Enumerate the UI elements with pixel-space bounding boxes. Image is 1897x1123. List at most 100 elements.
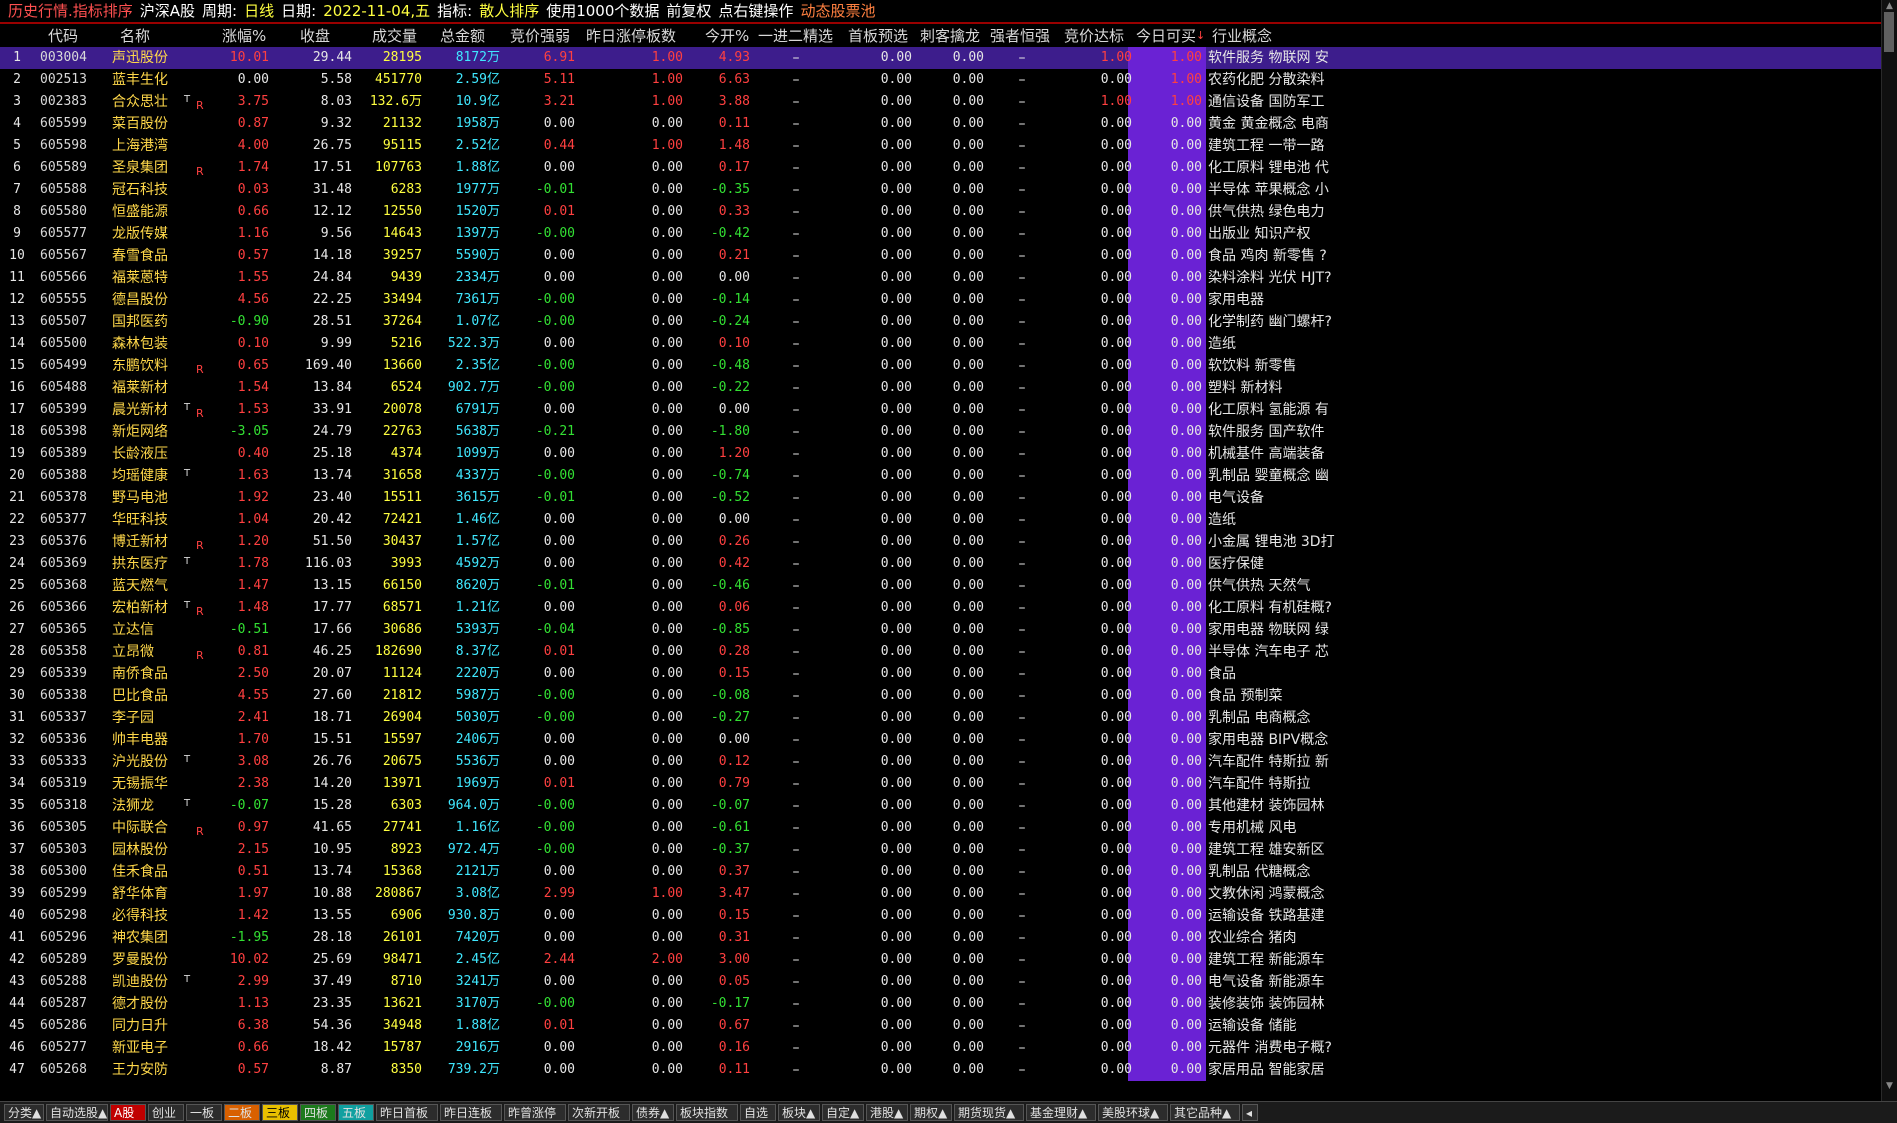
table-row[interactable]: 39 605299 舒华体育 1.97 10.88 280867 3.08亿 2.99 1.00…: [0, 883, 1882, 905]
table-row[interactable]: 19 605389 长龄液压 0.40 25.18 4374 1099万 0.00 0.00 1.…: [0, 443, 1882, 465]
tab-17[interactable]: 自定▲: [822, 1104, 864, 1121]
table-row[interactable]: 12 605555 德昌股份 4.56 22.25 33494 7361万 -0.00 0.00…: [0, 289, 1882, 311]
tab-11[interactable]: 昨曾涨停: [504, 1104, 566, 1121]
tab-5[interactable]: 二板: [224, 1104, 260, 1121]
table-row[interactable]: 15 605499 东鹏饮料 0.65 169.40 13660 2.35亿 -0.00 0.0…: [0, 355, 1882, 377]
table-row[interactable]: 33 605333 沪光股份 3.08 26.76 20675 5536万 0.00 0.00 0…: [0, 751, 1882, 773]
table-row[interactable]: 34 605319 无锡振华 2.38 14.20 13971 1969万 0.01 0.00 0…: [0, 773, 1882, 795]
table-row[interactable]: 6 605589 圣泉集团 1.74 17.51 107763 1.88亿 0.00 0.00 0…: [0, 157, 1882, 179]
column-header-strong-stays-strong[interactable]: 强者恒强: [990, 25, 1050, 47]
table-row[interactable]: 20 605388 均瑶健康 1.63 13.74 31658 4337万 -0.00 0.00…: [0, 465, 1882, 487]
table-row[interactable]: 17 605399 晨光新材 1.53 33.91 20078 6791万 0.00 0.00 0…: [0, 399, 1882, 421]
buyable-today: 0.00: [1170, 116, 1202, 131]
column-header-buyable-today[interactable]: 今日可买: [1136, 25, 1196, 47]
vertical-scrollbar[interactable]: ▲ ▼: [1881, 0, 1897, 1108]
table-row[interactable]: 13 605507 国邦医药 -0.90 28.51 37264 1.07亿 -0.00 0.0…: [0, 311, 1882, 333]
column-header-change-pct[interactable]: 涨幅%: [222, 25, 266, 47]
table-row[interactable]: 46 605277 新亚电子 0.66 18.42 15787 2916万 0.00 0.00 0…: [0, 1037, 1882, 1059]
table-row[interactable]: 38 605300 佳禾食品 0.51 13.74 15368 2121万 0.00 0.00 0…: [0, 861, 1882, 883]
scroll-up-icon[interactable]: ▲: [1882, 0, 1897, 12]
title-item[interactable]: 动态股票池: [800, 2, 875, 20]
stock-name: 舒华体育: [112, 886, 168, 902]
table-row[interactable]: 21 605378 野马电池 1.92 23.40 15511 3615万 -0.01 0.00…: [0, 487, 1882, 509]
auction-qualified: 0.00: [1100, 644, 1132, 659]
table-row[interactable]: 29 605339 南侨食品 2.50 20.07 11124 2220万 0.00 0.00 0…: [0, 663, 1882, 685]
table-row[interactable]: 35 605318 法狮龙 -0.07 15.28 6303 964.0万 -0.00 0.00…: [0, 795, 1882, 817]
table-row[interactable]: 28 605358 立昂微 0.81 46.25 182690 8.37亿 0.01 0.00 0…: [0, 641, 1882, 663]
tab-13[interactable]: 债券▲: [632, 1104, 674, 1121]
column-header-first-board-pick[interactable]: 首板预选: [848, 25, 908, 47]
table-row[interactable]: 23 605376 博迁新材 1.20 51.50 30437 1.57亿 0.00 0.00 0…: [0, 531, 1882, 553]
table-row[interactable]: 40 605298 必得科技 1.42 13.55 6906 930.8万 0.00 0.00 0…: [0, 905, 1882, 927]
column-header-stock-code[interactable]: 代码: [48, 25, 78, 47]
table-row[interactable]: 16 605488 福莱新材 1.54 13.84 6524 902.7万 -0.00 0.00…: [0, 377, 1882, 399]
column-header-assassin-dragon[interactable]: 刺客擒龙: [920, 25, 980, 47]
tab-23[interactable]: 其它品种▲: [1170, 1104, 1240, 1121]
table-row[interactable]: 5 605598 上海港湾 4.00 26.75 95115 2.52亿 0.44 1.00 1.…: [0, 135, 1882, 157]
table-row[interactable]: 26 605366 宏柏新材 1.48 17.77 68571 1.21亿 0.00 0.00 0…: [0, 597, 1882, 619]
tab-20[interactable]: 期货现货▲: [954, 1104, 1024, 1121]
tab-15[interactable]: 自选: [740, 1104, 776, 1121]
tab-22[interactable]: 美股环球▲: [1098, 1104, 1168, 1121]
tab-18[interactable]: 港股▲: [866, 1104, 908, 1121]
table-row[interactable]: 14 605500 森林包装 0.10 9.99 5216 522.3万 0.00 0.00 0.…: [0, 333, 1882, 355]
table-row[interactable]: 4 605599 菜百股份 0.87 9.32 21132 1958万 0.00 0.00 0.1…: [0, 113, 1882, 135]
column-header-auction-strength[interactable]: 竞价强弱: [510, 25, 570, 47]
column-header-close-price[interactable]: 收盘: [300, 25, 330, 47]
tab-19[interactable]: 期权▲: [910, 1104, 952, 1121]
table-row[interactable]: 11 605566 福莱蒽特 1.55 24.84 9439 2334万 0.00 0.00 0.…: [0, 267, 1882, 289]
table-row[interactable]: 45 605286 同力日升 6.38 54.36 34948 1.88亿 0.01 0.00 0…: [0, 1015, 1882, 1037]
table-row[interactable]: 24 605369 拱东医疗 1.78 116.03 3993 4592万 0.00 0.00 0…: [0, 553, 1882, 575]
table-row[interactable]: 36 605305 中际联合 0.97 41.65 27741 1.16亿 -0.00 0.00…: [0, 817, 1882, 839]
table-row[interactable]: 37 605303 园林股份 2.15 10.95 8923 972.4万 -0.00 0.00…: [0, 839, 1882, 861]
table-row[interactable]: 22 605377 华旺科技 1.04 20.42 72421 1.46亿 0.00 0.00 0…: [0, 509, 1882, 531]
first-board-pick: 0.00: [880, 138, 912, 153]
table-row[interactable]: 2 002513 蓝丰生化 0.00 5.58 451770 2.59亿 5.11 1.00 6.…: [0, 69, 1882, 91]
tab-7[interactable]: 四板: [300, 1104, 336, 1121]
tab-3[interactable]: 创业: [148, 1104, 184, 1121]
tab-scroll-left-icon[interactable]: ◂: [1242, 1104, 1258, 1121]
scroll-thumb[interactable]: [1884, 12, 1894, 52]
table-row[interactable]: 3 002383 合众思壮 3.75 8.03 132.6万 10.9亿 3.21 1.00 3.…: [0, 91, 1882, 113]
table-row[interactable]: 7 605588 冠石科技 0.03 31.48 6283 1977万 -0.01 0.00 -0…: [0, 179, 1882, 201]
table-row[interactable]: 27 605365 立达信 -0.51 17.66 30686 5393万 -0.04 0.00…: [0, 619, 1882, 641]
tab-9[interactable]: 昨日首板: [376, 1104, 438, 1121]
table-row[interactable]: 32 605336 帅丰电器 1.70 15.51 15597 2406万 0.00 0.00 0…: [0, 729, 1882, 751]
table-row[interactable]: 43 605288 凯迪股份 2.99 37.49 8710 3241万 0.00 0.00 0.…: [0, 971, 1882, 993]
tab-21[interactable]: 基金理财▲: [1026, 1104, 1096, 1121]
table-row[interactable]: 1 003004 声迅股份 10.01 29.44 28195 8172万 6.91 1.00 4…: [0, 47, 1882, 69]
column-header-industry-concept[interactable]: 行业概念: [1212, 25, 1272, 47]
tab-6[interactable]: 三板: [262, 1104, 298, 1121]
table-row[interactable]: 30 605338 巴比食品 4.55 27.60 21812 5987万 -0.00 0.00…: [0, 685, 1882, 707]
strong-stays-strong: –: [1018, 534, 1026, 550]
industry-concept: 软件服务 国产软件: [1208, 424, 1325, 440]
column-header-volume[interactable]: 成交量: [372, 25, 417, 47]
table-row[interactable]: 41 605296 神农集团 -1.95 28.18 26101 7420万 0.00 0.00…: [0, 927, 1882, 949]
tab-10[interactable]: 昨日连板: [440, 1104, 502, 1121]
table-row[interactable]: 9 605577 龙版传媒 1.16 9.56 14643 1397万 -0.00 0.00 -0…: [0, 223, 1882, 245]
stock-name: 德才股份: [112, 996, 168, 1012]
tab-0[interactable]: 分类▲: [4, 1104, 44, 1121]
scroll-down-icon[interactable]: ▼: [1882, 1080, 1897, 1092]
table-row[interactable]: 47 605268 王力安防 0.57 8.87 8350 739.2万 0.00 0.00 0.…: [0, 1059, 1882, 1081]
table-row[interactable]: 10 605567 春雪食品 0.57 14.18 39257 5590万 0.00 0.00 0…: [0, 245, 1882, 267]
table-row[interactable]: 18 605398 新炬网络 -3.05 24.79 22763 5638万 -0.21 0.0…: [0, 421, 1882, 443]
table-row[interactable]: 25 605368 蓝天燃气 1.47 13.15 66150 8620万 -0.01 0.00…: [0, 575, 1882, 597]
table-row[interactable]: 42 605289 罗曼股份 10.02 25.69 98471 2.45亿 2.44 2.00…: [0, 949, 1882, 971]
column-header-amount[interactable]: 总金额: [440, 25, 485, 47]
column-header-prev-limit-up-count[interactable]: 昨日涨停板数: [586, 25, 676, 47]
table-row[interactable]: 31 605337 李子园 2.41 18.71 26904 5030万 -0.00 0.00 -…: [0, 707, 1882, 729]
tab-1[interactable]: 自动选股▲: [46, 1104, 108, 1121]
tab-2[interactable]: A股: [110, 1104, 146, 1121]
tab-12[interactable]: 次新开板: [568, 1104, 630, 1121]
column-header-one-to-two-pick[interactable]: 一进二精选: [758, 25, 833, 47]
tab-16[interactable]: 板块▲: [778, 1104, 820, 1121]
tab-14[interactable]: 板块指数: [676, 1104, 738, 1121]
column-header-open-pct[interactable]: 今开%: [705, 25, 749, 47]
table-row[interactable]: 44 605287 德才股份 1.13 23.35 13621 3170万 -0.00 0.00…: [0, 993, 1882, 1015]
column-header-auction-qualified[interactable]: 竞价达标: [1064, 25, 1124, 47]
column-header-stock-name[interactable]: 名称: [120, 25, 150, 47]
tab-8[interactable]: 五板: [338, 1104, 374, 1121]
table-row[interactable]: 8 605580 恒盛能源 0.66 12.12 12550 1520万 0.01 0.00 0.…: [0, 201, 1882, 223]
tab-4[interactable]: 一板: [186, 1104, 222, 1121]
